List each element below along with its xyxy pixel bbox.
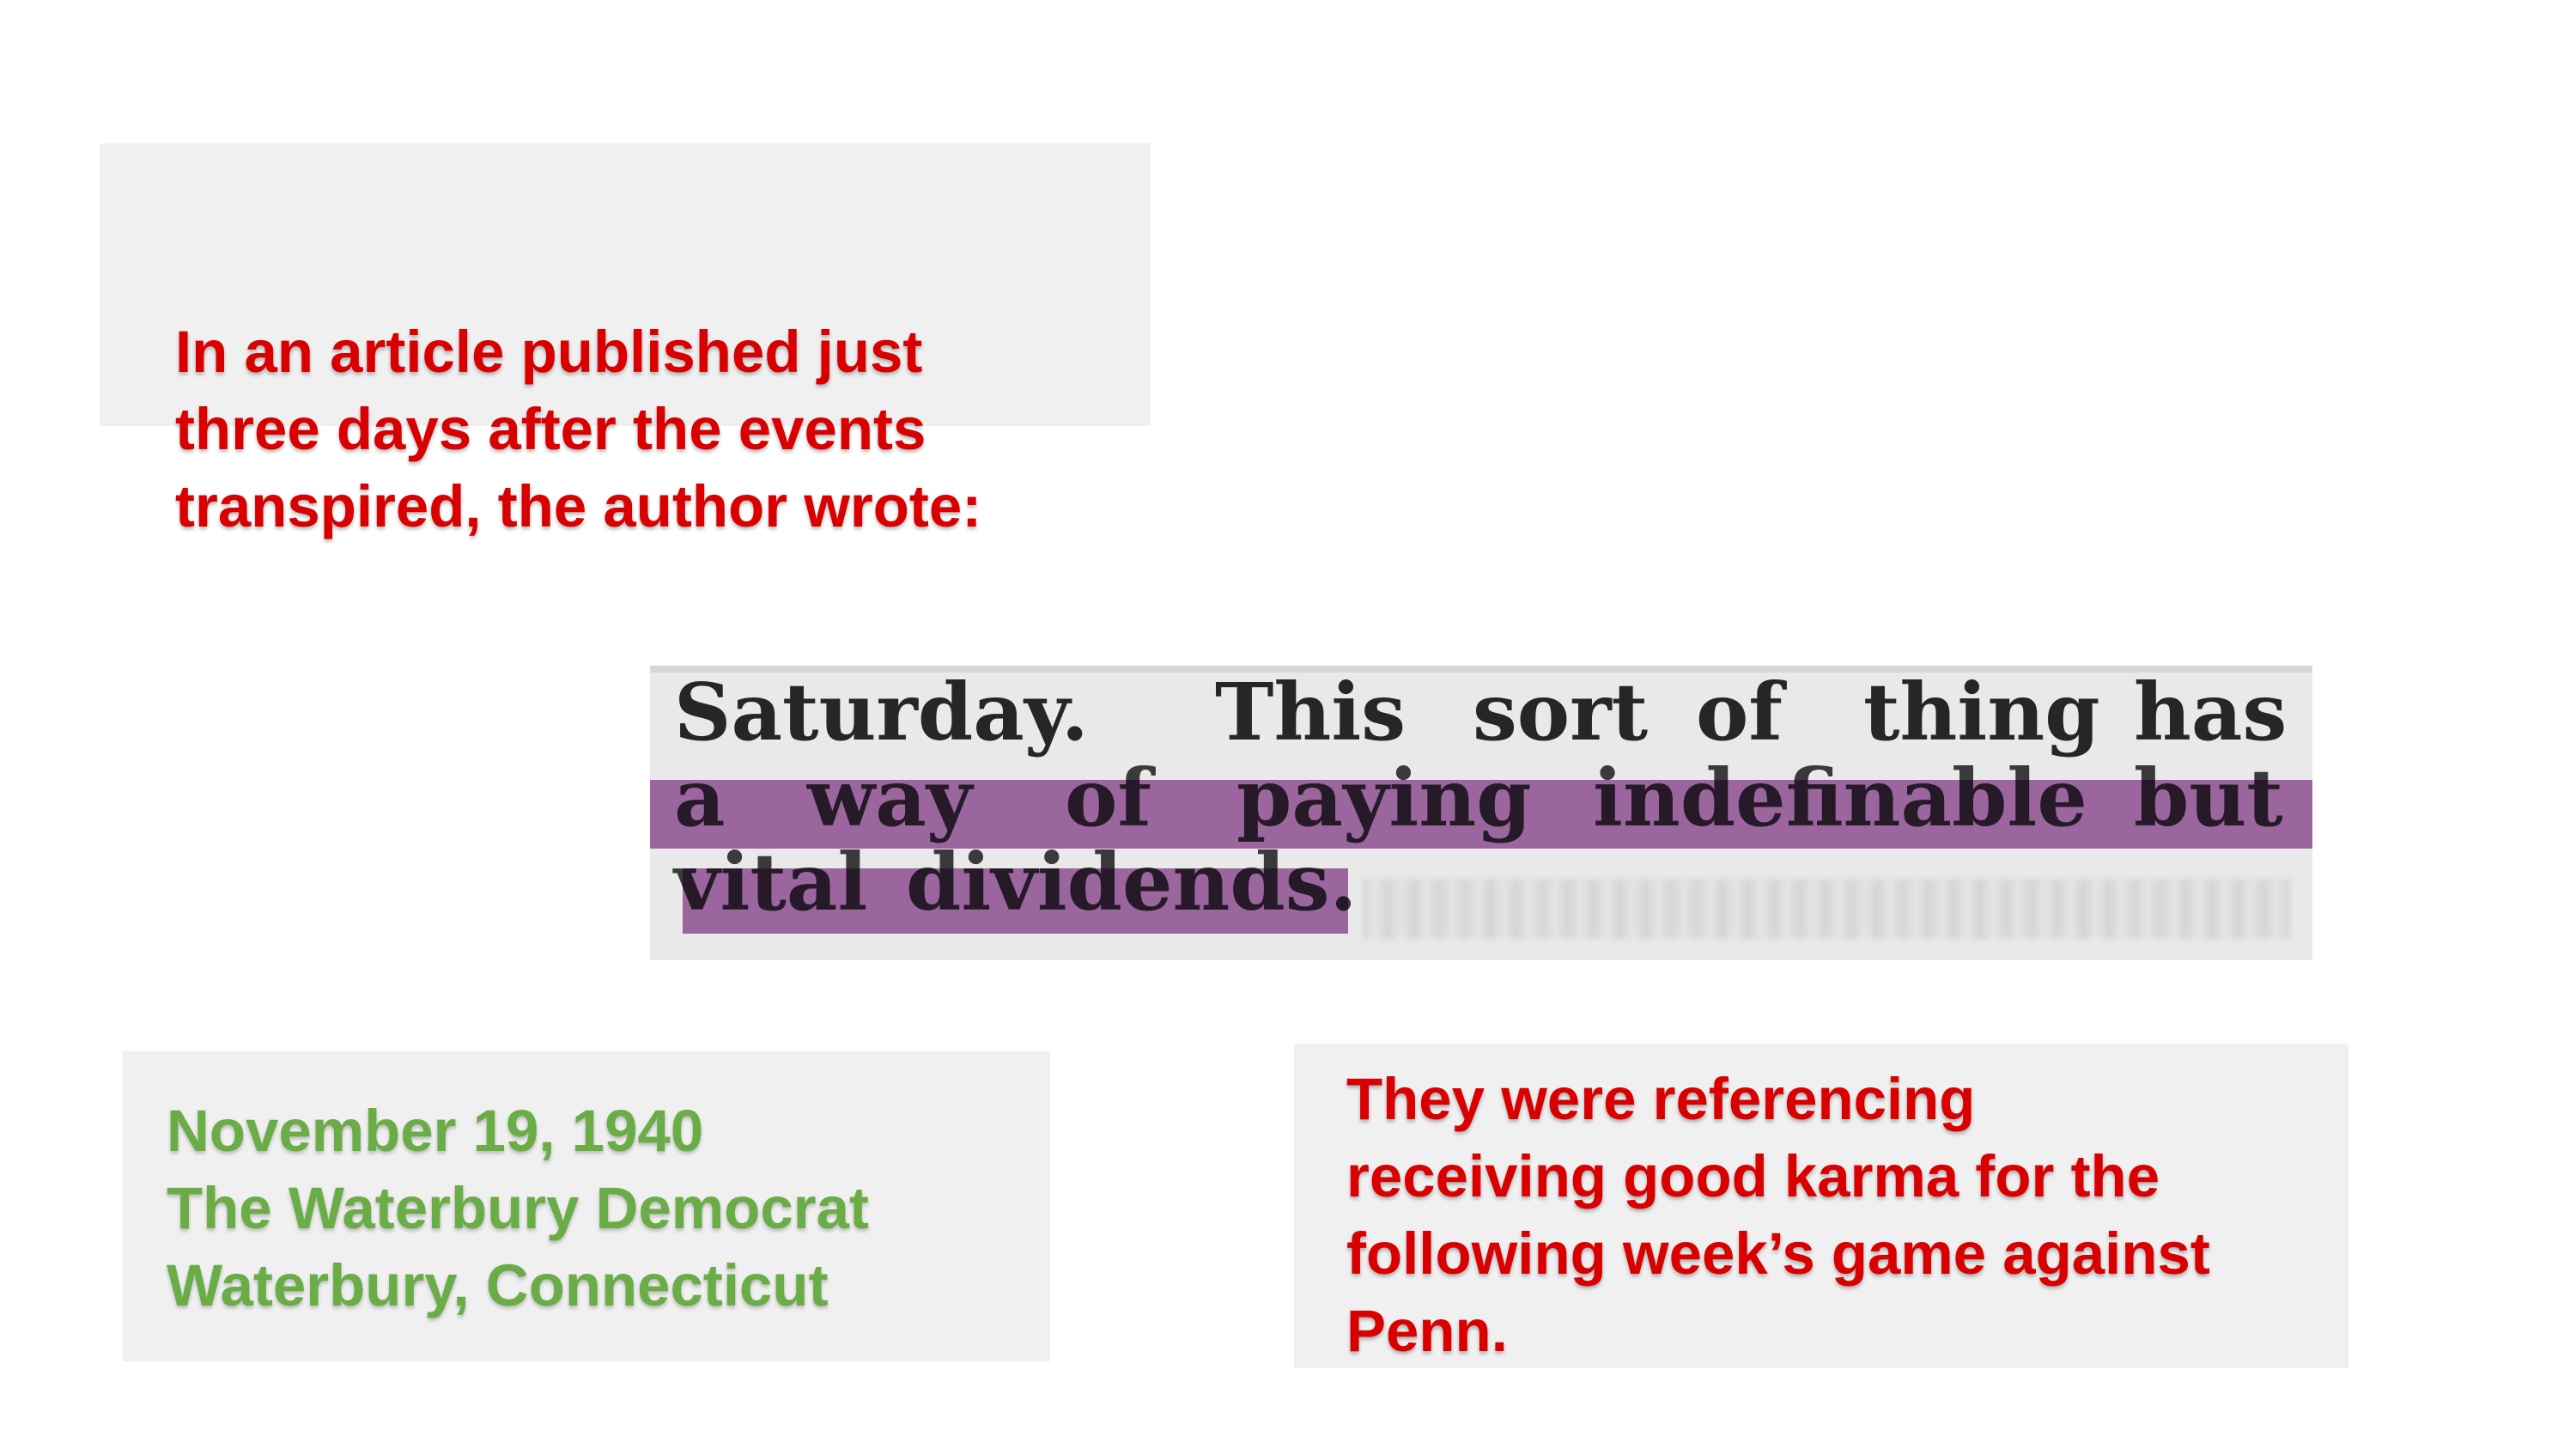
clipping-word: Saturday.	[674, 666, 1089, 758]
intro-text: In an article published just three days …	[175, 314, 981, 545]
note-line: receiving good karma for the	[1346, 1143, 2160, 1209]
source-location: Waterbury, Connecticut	[167, 1252, 829, 1318]
faded-print	[1363, 879, 2290, 939]
note-line: They were referencing	[1346, 1066, 1976, 1132]
clipping-word: of	[1696, 666, 1783, 758]
note-line: Penn.	[1346, 1298, 1508, 1364]
explanation-callout: They were referencing receiving good kar…	[1294, 1044, 2348, 1368]
intro-callout: In an article published just three days …	[100, 143, 1151, 539]
intro-line: three days after the events	[175, 396, 927, 462]
source-publication: The Waterbury Democrat	[167, 1175, 869, 1241]
clipping-word: sort	[1473, 666, 1649, 758]
clipping-word: This	[1215, 666, 1406, 758]
slide: In an article published just three days …	[0, 0, 2576, 1449]
highlight-mark	[650, 780, 2312, 849]
intro-line: transpired, the author wrote:	[175, 473, 982, 539]
note-text: They were referencing receiving good kar…	[1346, 1061, 2210, 1370]
source-date: November 19, 1940	[167, 1098, 704, 1164]
newspaper-clipping: Saturday. This sort of thing has a way o…	[650, 666, 2312, 960]
highlight-mark	[683, 868, 1348, 934]
note-line: following week’s game against	[1346, 1221, 2210, 1287]
intro-line: In an article published just	[175, 319, 923, 385]
source-text: November 19, 1940 The Waterbury Democrat…	[167, 1093, 869, 1324]
clipping-word: has	[2134, 666, 2287, 758]
source-citation: November 19, 1940 The Waterbury Democrat…	[123, 1051, 1050, 1361]
clipping-word: thing	[1863, 666, 2100, 758]
